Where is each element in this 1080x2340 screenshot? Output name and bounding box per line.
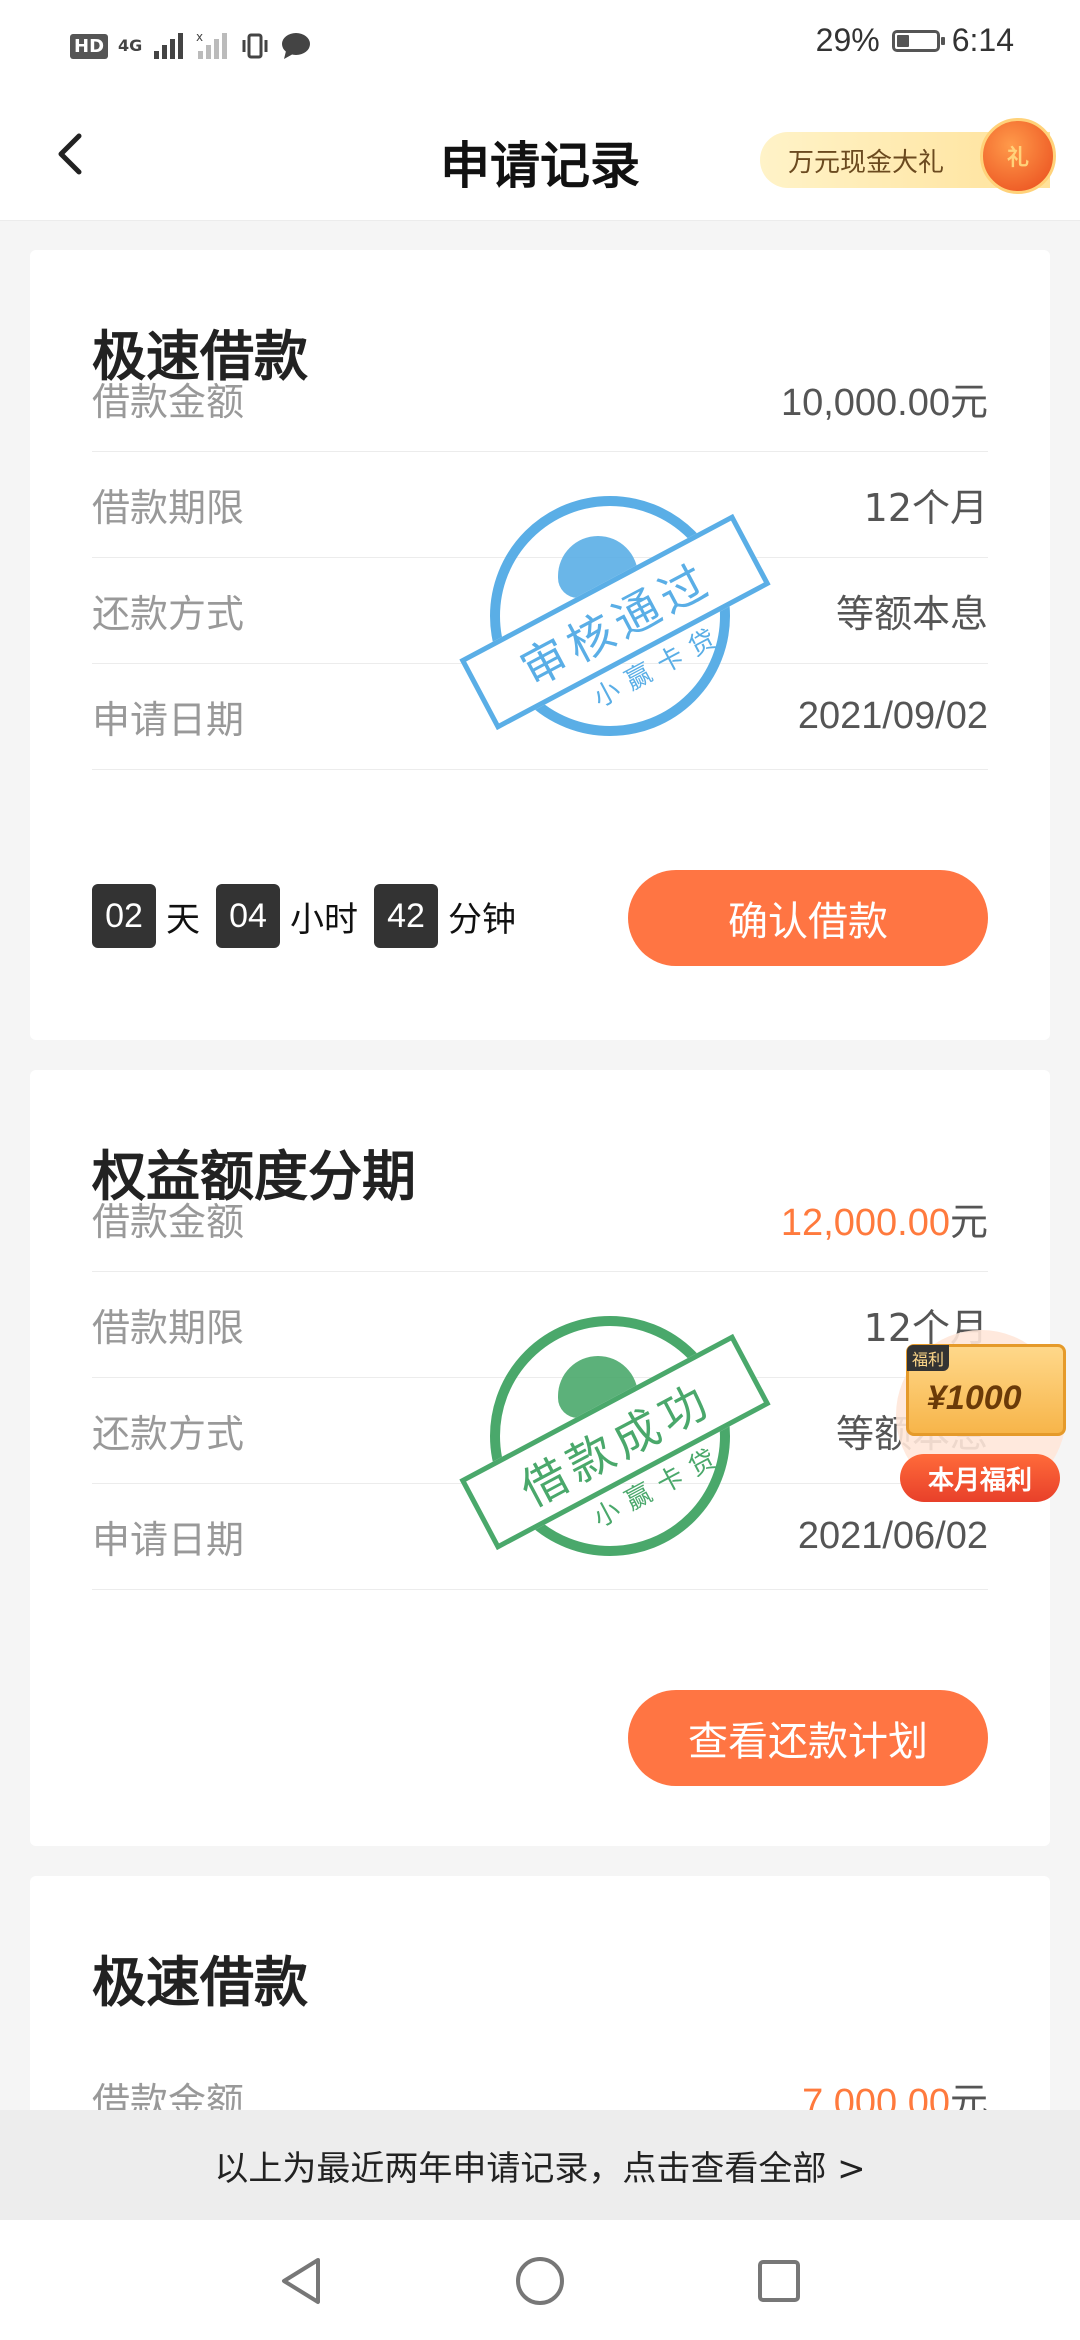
status-icons: HD 4G x: [70, 26, 312, 66]
countdown-days: 02: [92, 884, 156, 948]
battery-icon: [891, 29, 945, 52]
signal-empty-icon: x: [196, 31, 228, 59]
row-label: 申请日期: [92, 698, 245, 742]
status-bar: HD 4G x 29% 6:14: [0, 0, 1080, 92]
svg-text:x: x: [196, 31, 203, 44]
confirm-loan-button[interactable]: 确认借款: [628, 870, 988, 966]
row-label: 还款方式: [92, 592, 245, 636]
row-label: 申请日期: [92, 1518, 245, 1562]
countdown-timer: 02 天 04 小时 42 分钟: [92, 884, 522, 948]
row-label: 还款方式: [92, 1412, 245, 1456]
row-label: 借款期限: [92, 1306, 245, 1350]
countdown-days-unit: 天: [166, 899, 200, 940]
row-label: 借款金额: [92, 380, 245, 424]
clock: 6:14: [951, 22, 1014, 58]
row-value: 等额本息: [835, 592, 988, 636]
approved-stamp: 审核通过 小赢卡贷: [459, 496, 771, 736]
row-value: 12,000.00元: [780, 1202, 988, 1244]
row-label: 借款期限: [92, 486, 245, 530]
coupon-icon: 福利 ¥1000: [906, 1344, 1066, 1436]
monthly-welfare-badge[interactable]: 福利 ¥1000 本月福利: [896, 1330, 1080, 1510]
row-label: 借款金额: [92, 1200, 245, 1244]
countdown-hours: 04: [216, 884, 280, 948]
row-amount: 借款金额 10,000.00元: [92, 346, 988, 452]
gift-bag-icon: 礼: [980, 118, 1056, 194]
row-value: 2021/09/02: [797, 695, 988, 737]
welfare-amount: ¥1000: [927, 1379, 1022, 1417]
promo-banner[interactable]: 万元现金大礼 礼: [760, 118, 1056, 194]
signal-icon: [154, 33, 184, 59]
countdown-hours-unit: 小时: [290, 899, 358, 940]
view-all-records-link[interactable]: 以上为最近两年申请记录，点击查看全部 >: [0, 2110, 1080, 2220]
row-value: 12个月: [863, 486, 988, 530]
record-card-3: 极速借款 借款金额 7,000.00元: [30, 1876, 1050, 2116]
vibrate-icon: [242, 33, 268, 59]
hd-icon: HD: [70, 33, 109, 59]
circle-home-icon: [516, 2257, 564, 2305]
countdown-minutes-unit: 分钟: [448, 899, 516, 940]
nav-recents-button[interactable]: [752, 2254, 806, 2308]
promo-text: 万元现金大礼: [788, 147, 945, 178]
row-value: 2021/06/02: [797, 1515, 988, 1557]
loan-success-stamp: 借款成功 小赢卡贷: [459, 1316, 771, 1556]
network-type: 4G: [118, 36, 143, 55]
nav-header: 申请记录 万元现金大礼 礼: [0, 92, 1080, 221]
square-recents-icon: [758, 2260, 800, 2302]
welfare-label: 本月福利: [900, 1454, 1060, 1502]
view-repayment-plan-button[interactable]: 查看还款计划: [628, 1690, 988, 1786]
nav-home-button[interactable]: [513, 2254, 567, 2308]
nav-back-button[interactable]: [274, 2254, 328, 2308]
record-card-1: 极速借款 借款金额 10,000.00元 借款期限 12个月 还款方式 等额本息…: [30, 250, 1050, 1040]
countdown-minutes: 42: [374, 884, 438, 948]
row-value: 10,000.00元: [780, 382, 988, 424]
card-title: 极速借款: [92, 1951, 308, 2014]
row-amount: 借款金额 7,000.00元: [92, 2046, 988, 2116]
message-icon: [282, 33, 311, 59]
triangle-back-icon: [282, 2258, 320, 2304]
battery-percent: 29%: [815, 22, 880, 58]
row-amount: 借款金额 12,000.00元: [92, 1166, 988, 1272]
status-right: 29% 6:14: [816, 22, 1014, 59]
system-nav-bar: [0, 2220, 1080, 2340]
welfare-tag: 福利: [907, 1345, 950, 1371]
